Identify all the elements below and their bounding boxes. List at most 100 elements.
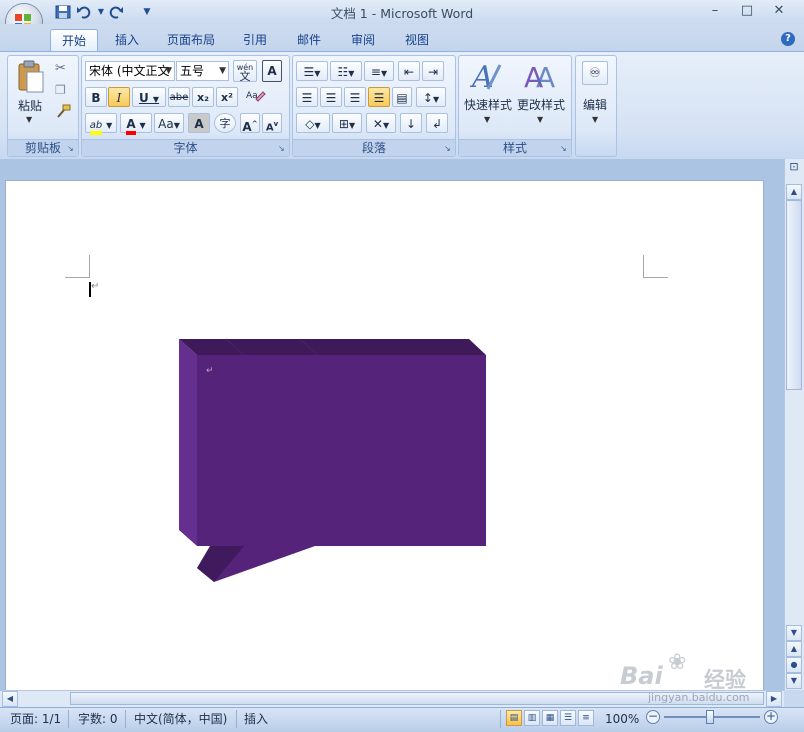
borders-button[interactable]: ⊞▼ — [332, 113, 362, 133]
shading-button[interactable]: ◇▼ — [296, 113, 330, 133]
status-separator — [125, 710, 126, 728]
scroll-down-button[interactable]: ▼ — [786, 625, 802, 641]
font-launcher-icon[interactable]: ↘ — [278, 144, 287, 153]
callout-shape[interactable] — [170, 330, 500, 590]
tab-home[interactable]: 开始 — [50, 29, 98, 52]
format-painter-icon[interactable] — [55, 104, 71, 118]
distributed-button[interactable]: ▤ — [392, 87, 412, 107]
subscript-button[interactable]: x₂ — [192, 87, 214, 107]
quick-styles-dropdown-icon[interactable]: ▼ — [484, 115, 490, 124]
justify-button[interactable]: ☰ — [368, 87, 390, 107]
decrease-indent-button[interactable]: ⇤ — [398, 61, 420, 81]
scroll-right-button[interactable]: ▶ — [766, 691, 782, 707]
tab-review[interactable]: 审阅 — [340, 29, 386, 51]
quick-styles-label[interactable]: 快速样式 — [462, 96, 514, 113]
sort-button[interactable]: ↓ — [400, 113, 422, 133]
editing-label[interactable]: 编辑 — [577, 96, 613, 113]
undo-icon[interactable] — [76, 5, 92, 19]
highlight-button[interactable]: ab ▼ — [85, 113, 117, 135]
previous-page-button[interactable]: ▲ — [786, 641, 802, 657]
zoom-level[interactable]: 100% — [605, 711, 639, 727]
editing-dropdown-icon[interactable]: ▼ — [592, 115, 598, 124]
view-print-layout-icon[interactable]: ▤ — [506, 710, 522, 726]
clear-formatting-icon[interactable]: Aa — [244, 87, 266, 107]
align-right-button[interactable]: ☰ — [344, 87, 366, 107]
browse-object-button[interactable]: ● — [786, 657, 802, 673]
font-size-combo[interactable]: 五号 ▼ — [176, 61, 229, 81]
styles-launcher-icon[interactable]: ↘ — [560, 144, 569, 153]
status-page-count[interactable]: 页面: 1/1 — [10, 711, 61, 727]
numbering-button[interactable]: ☷▼ — [330, 61, 362, 81]
scroll-up-button[interactable]: ▲ — [786, 184, 802, 200]
font-name-combo[interactable]: 宋体 (中文正文 ▼ — [85, 61, 175, 81]
binoculars-icon[interactable]: ♾ — [582, 61, 608, 85]
status-word-count[interactable]: 字数: 0 — [78, 711, 118, 727]
next-page-button[interactable]: ▼ — [786, 673, 802, 689]
minimize-button[interactable]: – — [700, 2, 730, 20]
copy-icon[interactable]: ❐ — [55, 83, 66, 97]
tab-mailings[interactable]: 邮件 — [286, 29, 332, 51]
zoom-in-button[interactable]: + — [764, 710, 778, 724]
bullets-button[interactable]: ☰▼ — [296, 61, 328, 81]
character-border-button[interactable]: A — [262, 60, 282, 82]
change-case-dropdown-icon[interactable]: ▼ — [174, 121, 180, 130]
view-web-layout-icon[interactable]: ▦ — [542, 710, 558, 726]
tab-references[interactable]: 引用 — [232, 29, 278, 51]
help-icon[interactable]: ? — [781, 32, 795, 46]
vertical-scroll-thumb[interactable] — [786, 200, 802, 390]
customize-toolbar-button[interactable]: ▼ — [138, 4, 156, 20]
character-shading-button[interactable]: A — [188, 113, 210, 133]
callout-top-face — [179, 339, 486, 355]
shrink-font-button[interactable]: Av — [262, 113, 282, 133]
align-left-button[interactable]: ☰ — [296, 87, 318, 107]
enclose-characters-button[interactable]: 字 — [214, 113, 236, 133]
zoom-slider-thumb[interactable] — [706, 710, 714, 724]
maximize-button[interactable]: □ — [732, 2, 762, 20]
scroll-left-button[interactable]: ◀ — [2, 691, 18, 707]
font-color-dropdown-icon[interactable]: ▼ — [139, 121, 145, 130]
zoom-out-button[interactable]: − — [646, 710, 660, 724]
close-button[interactable]: ✕ — [764, 2, 794, 20]
tab-view[interactable]: 视图 — [394, 29, 440, 51]
paste-label[interactable]: 粘贴 — [12, 97, 48, 114]
underline-dropdown-icon[interactable]: ▼ — [153, 95, 159, 104]
tab-page-layout[interactable]: 页面布局 — [158, 29, 224, 51]
font-color-button[interactable]: A ▼ — [120, 113, 152, 135]
bold-button[interactable]: B — [85, 87, 107, 107]
clipboard-launcher-icon[interactable]: ↘ — [67, 144, 76, 153]
status-insert-mode[interactable]: 插入 — [244, 711, 268, 727]
view-full-screen-icon[interactable]: ▥ — [524, 710, 540, 726]
view-draft-icon[interactable]: ≡ — [578, 710, 594, 726]
save-icon[interactable] — [55, 5, 71, 19]
superscript-button[interactable]: x² — [216, 87, 238, 107]
strikethrough-button[interactable]: abe — [168, 87, 190, 107]
tab-insert[interactable]: 插入 — [104, 29, 150, 51]
change-case-button[interactable]: Aa▼ — [154, 113, 184, 133]
ruler-toggle-icon[interactable]: ⊡ — [786, 160, 802, 180]
view-outline-icon[interactable]: ☰ — [560, 710, 576, 726]
show-marks-button[interactable]: ↲ — [426, 113, 448, 133]
chinese-layout-button[interactable]: ✕▼ — [366, 113, 396, 133]
increase-indent-button[interactable]: ⇥ — [422, 61, 444, 81]
highlight-dropdown-icon[interactable]: ▼ — [106, 121, 112, 130]
status-language[interactable]: 中文(简体，中国) — [134, 711, 227, 727]
grow-font-label: A — [242, 120, 252, 134]
italic-button[interactable]: I — [108, 87, 130, 107]
redo-icon[interactable] — [108, 5, 124, 19]
paste-dropdown-icon[interactable]: ▼ — [26, 115, 32, 124]
paste-icon[interactable] — [16, 60, 46, 94]
phonetic-guide-button[interactable]: wén 文 — [233, 60, 257, 82]
paragraph-launcher-icon[interactable]: ↘ — [444, 144, 453, 153]
cut-icon[interactable]: ✂ — [55, 61, 66, 76]
line-spacing-button[interactable]: ↕▼ — [416, 87, 446, 107]
change-styles-label[interactable]: 更改样式 — [515, 96, 567, 113]
change-styles-dropdown-icon[interactable]: ▼ — [537, 115, 543, 124]
change-styles-icon[interactable]: A A — [522, 59, 556, 93]
quick-styles-icon[interactable]: A — [470, 59, 504, 93]
align-center-button[interactable]: ☰ — [320, 87, 342, 107]
font-name-dropdown-icon[interactable]: ▼ — [165, 62, 172, 80]
multilevel-list-button[interactable]: ≡▼ — [364, 61, 394, 81]
font-size-dropdown-icon[interactable]: ▼ — [219, 62, 226, 80]
grow-font-button[interactable]: A^ — [240, 113, 260, 134]
underline-button[interactable]: U ▼ — [132, 87, 166, 107]
